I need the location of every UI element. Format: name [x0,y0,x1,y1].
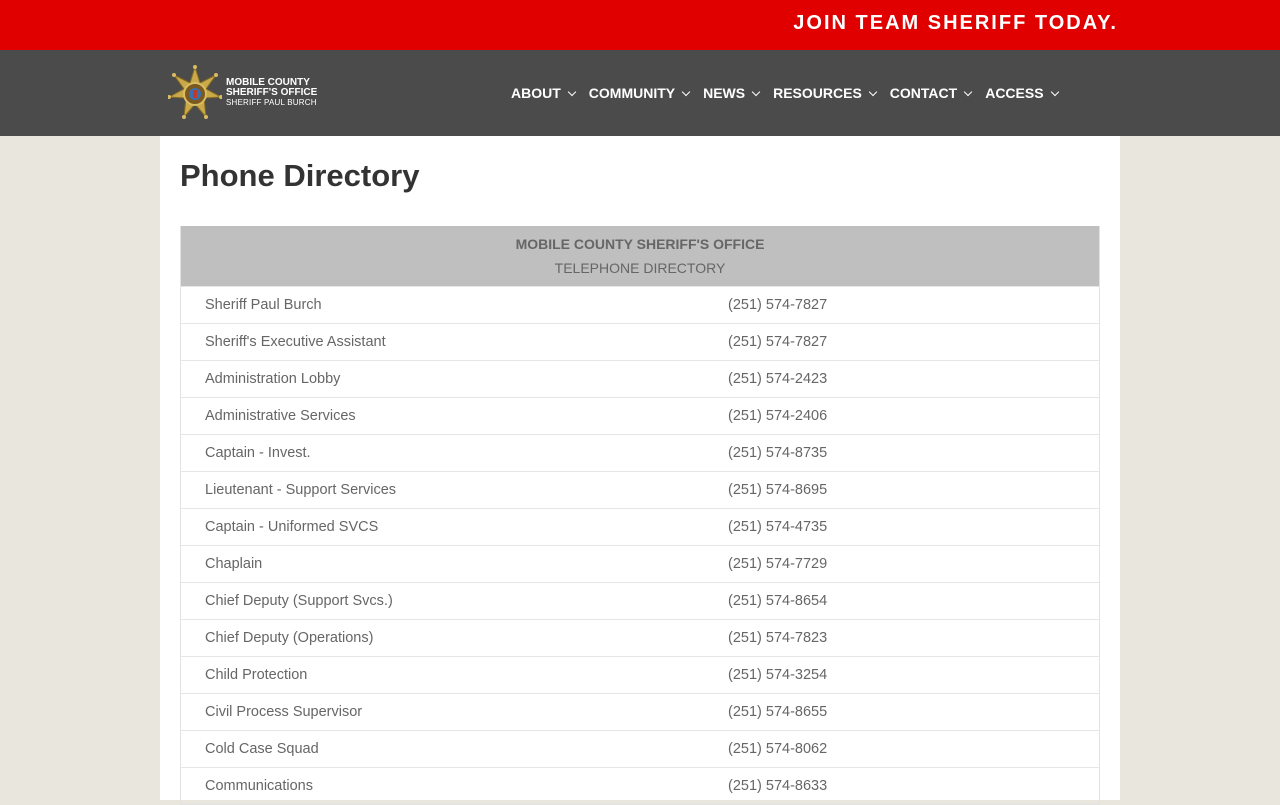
table-row: Lieutenant - Support Services (251) 574-8… [181,471,1099,508]
nav-label: NEWS [703,85,746,101]
table-header: MOBILE COUNTY SHERIFF'S OFFICE TELEPHONE… [181,226,1099,286]
logo-text: MOBILE COUNTY SHERIFF'S OFFICE SHERIFF P… [226,78,317,108]
row-name: Chaplain [205,556,263,572]
row-name: Captain - Uniformed SVCS [205,519,379,535]
row-name: Administrative Services [205,408,356,424]
nav-label: ACCESS [985,85,1044,101]
row-phone[interactable]: (251) 574-7827 [728,334,827,350]
row-name: Captain - Invest. [205,445,311,461]
phone-directory-table: MOBILE COUNTY SHERIFF'S OFFICE TELEPHONE… [180,226,1100,805]
row-phone[interactable]: (251) 574-7729 [728,556,827,572]
row-name: Lieutenant - Support Services [205,482,397,498]
table-row: Captain - Invest. (251) 574-8735 [181,434,1099,471]
chevron-down-icon [963,87,973,96]
nav-item-news[interactable]: NEWS [703,85,761,101]
row-phone[interactable]: (251) 574-8695 [728,482,827,498]
nav-item-resources[interactable]: RESOURCES [773,85,878,101]
row-phone[interactable]: (251) 574-8655 [728,704,827,720]
nav-item-access[interactable]: ACCESS [985,85,1059,101]
nav-item-community[interactable]: COMMUNITY [588,85,691,101]
table-row: Administration Lobby (251) 574-2423 [181,360,1099,397]
row-phone[interactable]: (251) 574-8062 [728,741,827,757]
chevron-down-icon [681,87,691,96]
main-header: MOBILE COUNTY SHERIFF'S OFFICE SHERIFF P… [0,50,1280,136]
nav-item-contact[interactable]: CONTACT [889,85,973,101]
page-title: Phone Directory [180,158,420,193]
row-name: Communications [205,778,313,794]
table-row: Chief Deputy (Support Svcs.) (251) 574-86… [181,582,1099,619]
nav-item-about[interactable]: ABOUT [511,85,577,101]
row-name: Administration Lobby [205,371,341,387]
top-banner: JOIN TEAM SHERIFF TODAY. [0,0,1280,50]
logo-line-2: SHERIFF'S OFFICE [226,87,318,98]
row-name: Child Protection [205,667,308,683]
chevron-down-icon [751,87,761,96]
row-phone[interactable]: (251) 574-7827 [728,297,827,313]
row-name: Chief Deputy (Operations) [205,630,374,646]
table-row: Sheriff Paul Burch (251) 574-7827 [181,286,1099,323]
sheriff-star-icon [168,65,222,119]
row-phone[interactable]: (251) 574-8633 [728,778,827,794]
main-content: Phone Directory MOBILE COUNTY SHERIFF'S … [160,136,1120,805]
site-logo[interactable]: MOBILE COUNTY SHERIFF'S OFFICE SHERIFF P… [168,65,317,121]
row-phone[interactable]: (251) 574-3254 [728,667,827,683]
row-phone[interactable]: (251) 574-8654 [728,593,827,609]
chevron-down-icon [868,87,878,96]
row-name: Sheriff Paul Burch [205,297,322,313]
main-menu: ABOUT COMMUNITY NEWS RESOURCES CONTACT A… [511,50,1072,136]
table-row: Civil Process Supervisor (251) 574-8655 [181,693,1099,730]
logo-line-3: SHERIFF PAUL BURCH [226,98,317,107]
table-row: Cold Case Squad (251) 574-8062 [181,730,1099,767]
row-name: Cold Case Squad [205,741,319,757]
row-name: Sheriff's Executive Assistant [205,334,386,350]
row-phone[interactable]: (251) 574-8735 [728,445,827,461]
table-row: Communications (251) 574-8633 [181,767,1099,804]
row-phone[interactable]: (251) 574-7823 [728,630,827,646]
nav-label: RESOURCES [773,85,862,101]
row-phone[interactable]: (251) 574-2406 [728,408,827,424]
nav-label: ABOUT [511,85,561,101]
table-heading-directory: TELEPHONE DIRECTORY [554,260,726,276]
nav-label: COMMUNITY [588,85,676,101]
table-row: Chaplain (251) 574-7729 [181,545,1099,582]
table-row: Captain - Uniformed SVCS (251) 574-4735 [181,508,1099,545]
row-phone[interactable]: (251) 574-2423 [728,371,827,387]
table-row: Sheriff's Executive Assistant (251) 574-7… [181,323,1099,360]
row-name: Chief Deputy (Support Svcs.) [205,593,393,609]
nav-label: CONTACT [889,85,958,101]
table-row: Administrative Services (251) 574-2406 [181,397,1099,434]
table-row: Chief Deputy (Operations) (251) 574-7823 [181,619,1099,656]
row-phone[interactable]: (251) 574-4735 [728,519,827,535]
join-team-link[interactable]: JOIN TEAM SHERIFF TODAY. [793,12,1118,35]
chevron-down-icon [567,87,577,96]
table-heading-office: MOBILE COUNTY SHERIFF'S OFFICE [515,236,765,252]
row-name: Civil Process Supervisor [205,704,363,720]
chevron-down-icon [1050,87,1059,96]
table-row: Child Protection (251) 574-3254 [181,656,1099,693]
